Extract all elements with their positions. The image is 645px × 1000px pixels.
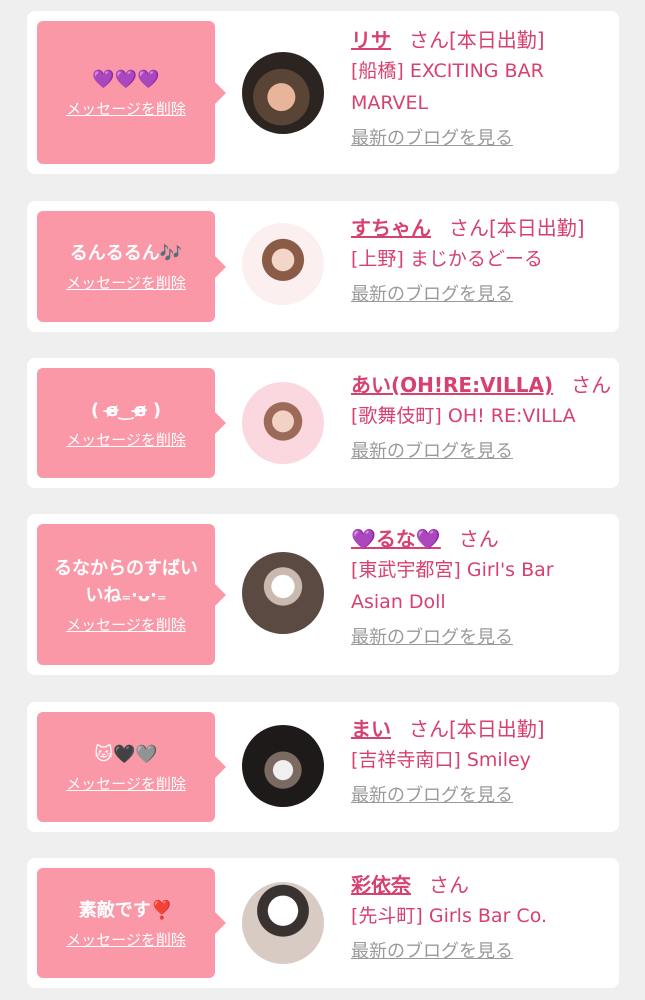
message-card: 素敵です❣️ メッセージを削除 彩依奈 さん [先斗町] Girls Bar Co… bbox=[27, 858, 619, 988]
message-text: ( ɞ̴̶̷‿ɞ̴̶̷ ) bbox=[90, 399, 162, 421]
message-text: 🐱🖤🩶 bbox=[94, 743, 158, 765]
latest-blog-link[interactable]: 最新のブログを見る bbox=[351, 440, 513, 464]
message-bubble: ( ɞ̴̶̷‿ɞ̴̶̷ ) メッセージを削除 bbox=[37, 368, 215, 478]
cast-info: 彩依奈 さん [先斗町] Girls Bar Co. 最新のブログを見る bbox=[351, 870, 613, 964]
cast-name-link[interactable]: あい(OH!RE:VILLA) bbox=[351, 373, 553, 397]
shop-name: [吉祥寺南口] Smiley bbox=[351, 749, 531, 771]
shop-name: [東武宇都宮] Girl's Bar bbox=[351, 559, 554, 581]
message-text: るんるるん🎶 bbox=[69, 243, 183, 264]
message-card: ( ɞ̴̶̷‿ɞ̴̶̷ ) メッセージを削除 あい(OH!RE:VILLA) さん… bbox=[27, 358, 619, 488]
avatar[interactable] bbox=[242, 223, 324, 305]
honorific: さん bbox=[429, 873, 469, 897]
message-bubble: るなからのすばいいね₌·ᴗ·₌ メッセージを削除 bbox=[37, 524, 215, 665]
delete-message-link[interactable]: メッセージを削除 bbox=[66, 930, 186, 950]
message-bubble: 🐱🖤🩶 メッセージを削除 bbox=[37, 712, 215, 822]
shop-name: [歌舞伎町] OH! RE:VILLA bbox=[351, 405, 576, 427]
delete-message-link[interactable]: メッセージを削除 bbox=[66, 430, 186, 450]
honorific: さん bbox=[409, 28, 449, 52]
message-text: 素敵です❣️ bbox=[78, 899, 174, 921]
cast-name-link[interactable]: まい bbox=[351, 717, 391, 741]
cast-info: すちゃん さん[本日出勤] [上野] まじかるどーる 最新のブログを見る bbox=[351, 213, 613, 307]
avatar[interactable] bbox=[242, 882, 324, 964]
message-card: るなからのすばいいね₌·ᴗ·₌ メッセージを削除 💜るな💜 さん [東武宇都宮] … bbox=[27, 514, 619, 675]
honorific: さん bbox=[571, 373, 612, 397]
shop-name: [上野] まじかるどーる bbox=[351, 248, 543, 270]
avatar[interactable] bbox=[242, 552, 324, 634]
shop-name: [船橋] EXCITING BAR bbox=[351, 60, 544, 82]
message-bubble: 💜💜💜 メッセージを削除 bbox=[37, 21, 215, 164]
shop-name-cont: MARVEL bbox=[351, 92, 429, 114]
avatar[interactable] bbox=[242, 725, 324, 807]
shop-name: [先斗町] Girls Bar Co. bbox=[351, 905, 548, 927]
cast-name-link[interactable]: すちゃん bbox=[351, 216, 431, 240]
message-bubble: るんるるん🎶 メッセージを削除 bbox=[37, 211, 215, 322]
message-card: るんるるん🎶 メッセージを削除 すちゃん さん[本日出勤] [上野] まじかるどー… bbox=[27, 201, 619, 332]
latest-blog-link[interactable]: 最新のブログを見る bbox=[351, 940, 513, 964]
message-card: 🐱🖤🩶 メッセージを削除 まい さん[本日出勤] [吉祥寺南口] Smiley 最… bbox=[27, 702, 619, 832]
message-bubble: 素敵です❣️ メッセージを削除 bbox=[37, 868, 215, 978]
cast-name-link[interactable]: リサ bbox=[351, 28, 391, 52]
attendance-status: [本日出勤] bbox=[449, 28, 545, 52]
latest-blog-link[interactable]: 最新のブログを見る bbox=[351, 784, 513, 808]
delete-message-link[interactable]: メッセージを削除 bbox=[66, 774, 186, 794]
avatar[interactable] bbox=[242, 382, 324, 464]
cast-name-link[interactable]: 彩依奈 bbox=[351, 873, 411, 897]
latest-blog-link[interactable]: 最新のブログを見る bbox=[351, 626, 513, 650]
message-card: 💜💜💜 メッセージを削除 リサ さん[本日出勤] [船橋] EXCITING BA… bbox=[27, 11, 619, 174]
attendance-status: [本日出勤] bbox=[449, 717, 545, 741]
cast-info: あい(OH!RE:VILLA) さん [歌舞伎町] OH! RE:VILLA 最新… bbox=[351, 370, 613, 464]
attendance-status: [本日出勤] bbox=[489, 216, 585, 240]
cast-info: まい さん[本日出勤] [吉祥寺南口] Smiley 最新のブログを見る bbox=[351, 714, 613, 808]
delete-message-link[interactable]: メッセージを削除 bbox=[66, 273, 186, 293]
cast-info: 💜るな💜 さん [東武宇都宮] Girl's Bar Asian Doll 最新の… bbox=[351, 524, 613, 650]
message-text: るなからのすばいいね₌·ᴗ·₌ bbox=[54, 557, 198, 606]
cast-info: リサ さん[本日出勤] [船橋] EXCITING BAR MARVEL 最新のブ… bbox=[351, 25, 613, 151]
delete-message-link[interactable]: メッセージを削除 bbox=[66, 615, 186, 635]
delete-message-link[interactable]: メッセージを削除 bbox=[66, 99, 186, 119]
honorific: さん bbox=[449, 216, 489, 240]
honorific: さん bbox=[458, 527, 499, 551]
shop-name-cont: Asian Doll bbox=[351, 591, 446, 613]
message-text: 💜💜💜 bbox=[92, 69, 160, 90]
cast-name-link[interactable]: 💜るな💜 bbox=[351, 527, 441, 551]
latest-blog-link[interactable]: 最新のブログを見る bbox=[351, 283, 513, 307]
latest-blog-link[interactable]: 最新のブログを見る bbox=[351, 127, 513, 151]
honorific: さん bbox=[409, 717, 449, 741]
avatar[interactable] bbox=[242, 52, 324, 134]
